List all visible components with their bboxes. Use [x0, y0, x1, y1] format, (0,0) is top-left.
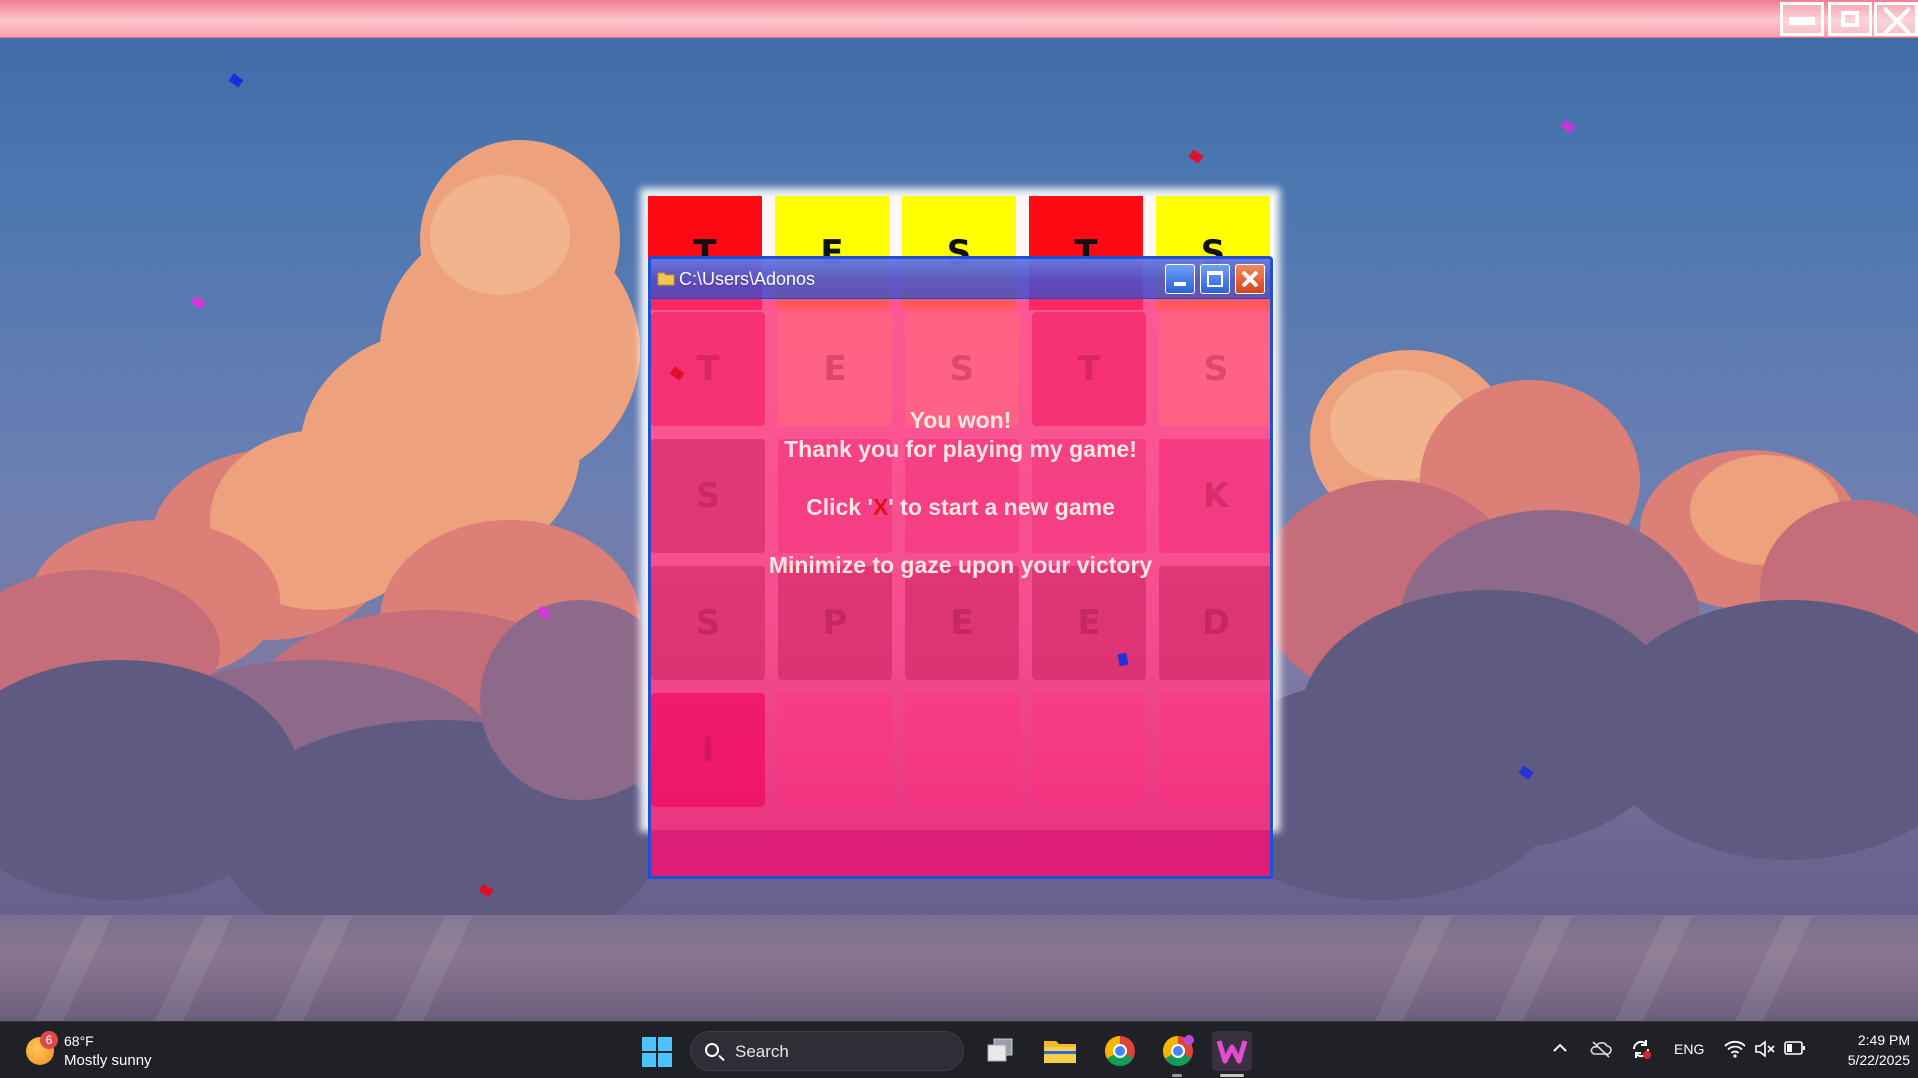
explorer-window: C:\Users\Adonos T E S T S S K S P E E D …: [648, 256, 1273, 879]
game-window-titlebar: [0, 0, 1918, 38]
chevron-up-icon[interactable]: [1552, 1042, 1568, 1054]
file-explorer-icon[interactable]: [1040, 1031, 1080, 1071]
confetti-piece: [1560, 119, 1576, 134]
task-view-icon[interactable]: [980, 1031, 1020, 1071]
chrome-icon[interactable]: [1100, 1031, 1140, 1071]
ghost-tile: I: [651, 693, 765, 807]
ghost-tile: E: [905, 566, 1019, 680]
wordle-app-icon[interactable]: [1212, 1031, 1252, 1071]
volume-muted-icon[interactable]: [1754, 1040, 1776, 1058]
weather-temp: 68°F: [64, 1033, 94, 1049]
weather-badge: 6: [40, 1031, 58, 1049]
explorer-titlebar[interactable]: C:\Users\Adonos: [651, 259, 1270, 299]
weather-condition: Mostly sunny: [64, 1052, 152, 1069]
confetti-piece: [1117, 652, 1129, 667]
ghost-tile: [905, 693, 1019, 807]
ghost-tile: D: [1159, 566, 1270, 680]
language-indicator[interactable]: ENG: [1674, 1041, 1704, 1057]
confetti-piece: [1188, 149, 1204, 164]
onedrive-off-icon[interactable]: [1590, 1040, 1612, 1058]
ghost-tile: S: [651, 566, 765, 680]
ghost-tile: P: [778, 566, 892, 680]
confetti-piece: [228, 73, 244, 88]
taskbar: 6 68°F Mostly sunny Search ENG 2:49 PM 5…: [0, 1021, 1918, 1078]
clock-date: 5/22/2025: [1847, 1052, 1910, 1068]
win-heading: You won!: [909, 407, 1012, 433]
game-minimize-button[interactable]: [1780, 2, 1824, 36]
ghost-tile: E: [1032, 566, 1146, 680]
chrome-profile-icon[interactable]: [1158, 1031, 1198, 1071]
ghost-tile: [778, 693, 892, 807]
explorer-title: C:\Users\Adonos: [679, 269, 816, 289]
confetti-piece: [190, 295, 206, 310]
clock-time: 2:49 PM: [1857, 1032, 1910, 1048]
explorer-minimize-button[interactable]: [1165, 264, 1195, 294]
new-game-hint: Click 'X' to start a new game: [806, 494, 1115, 520]
game-maximize-button[interactable]: [1828, 2, 1872, 36]
folder-icon: [657, 272, 675, 286]
battery-icon[interactable]: [1784, 1041, 1806, 1055]
minimize-hint: Minimize to gaze upon your victory: [768, 552, 1153, 578]
game-close-button[interactable]: [1874, 2, 1918, 36]
clock[interactable]: 2:49 PM 5/22/2025: [1820, 1030, 1910, 1070]
thanks-text: Thank you for playing my game!: [784, 436, 1137, 462]
ghost-tile: [1159, 693, 1270, 807]
sync-icon[interactable]: [1630, 1038, 1652, 1060]
explorer-close-button[interactable]: [1235, 264, 1265, 294]
search-icon: [705, 1043, 719, 1057]
search-placeholder: Search: [735, 1042, 789, 1061]
windows-start-icon[interactable]: [636, 1031, 676, 1071]
explorer-maximize-button[interactable]: [1200, 264, 1230, 294]
ground: [0, 915, 1918, 1021]
ghost-tile: [1032, 693, 1146, 807]
taskbar-search[interactable]: Search: [690, 1031, 964, 1071]
wifi-icon[interactable]: [1724, 1040, 1746, 1058]
explorer-status-bar: [651, 830, 1270, 876]
weather-widget[interactable]: 6 68°F Mostly sunny: [26, 1031, 186, 1071]
